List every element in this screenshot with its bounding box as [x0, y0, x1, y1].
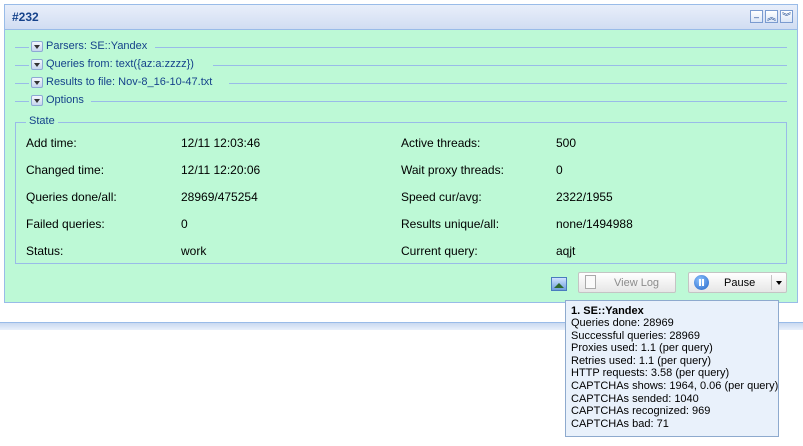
pause-button[interactable]: Pause: [688, 272, 787, 293]
expand-queries-button[interactable]: [31, 59, 43, 70]
fieldset-label: Parsers: SE::Yandex: [46, 40, 151, 52]
fieldset-label: Options: [46, 94, 87, 106]
expand-parsers-button[interactable]: [31, 41, 43, 52]
state-fieldset: State Add time: 12/11 12:03:46 Changed t…: [15, 115, 787, 264]
panel-tools: – ︽ ︾: [750, 10, 793, 23]
state-legend: State: [26, 115, 58, 127]
tooltip-line: Queries done: 28969: [571, 317, 674, 329]
tooltip-line: CAPTCHAs recognized: 969: [571, 405, 711, 418]
wait-proxy-threads-label: Wait proxy threads:: [401, 163, 504, 177]
pause-icon: [694, 275, 709, 290]
queries-done-value: 28969/475254: [181, 190, 258, 204]
tooltip-line: Retries used: 1.1 (per query): [571, 354, 712, 367]
tooltip-line: Proxies used: 1.1 (per query): [571, 342, 713, 355]
document-icon: [585, 275, 596, 289]
expand-options-button[interactable]: [31, 95, 43, 106]
tooltip-line: CAPTCHAs shows: 1964, 0.06 (per query): [571, 379, 779, 392]
active-threads-label: Active threads:: [401, 136, 481, 150]
panel-title: #232: [12, 10, 39, 24]
expand-results-button[interactable]: [31, 77, 43, 88]
pause-label: Pause: [724, 277, 756, 289]
fieldset-label: Queries from: text({az:a:zzzz}): [46, 58, 197, 70]
minimize-icon[interactable]: –: [750, 10, 763, 23]
panel-header: #232 – ︽ ︾: [5, 5, 797, 30]
dropdown-arrow-icon[interactable]: [776, 281, 782, 285]
current-query-value: aqjt: [556, 244, 576, 258]
wait-proxy-threads-value: 0: [556, 163, 563, 177]
fieldset-options: Options: [15, 94, 787, 108]
queries-done-label: Queries done/all:: [26, 190, 117, 204]
fieldset-label: Results to file: Nov-8_16-10-47.txt: [46, 76, 216, 88]
task-panel: #232 – ︽ ︾ Parsers: SE::Yandex Queries f…: [4, 4, 798, 303]
active-threads-value: 500: [556, 136, 577, 150]
current-query-label: Current query:: [401, 244, 478, 258]
move-down-icon[interactable]: ︾: [780, 10, 793, 23]
status-value: work: [181, 244, 207, 258]
stats-tooltip: 1. SE::Yandex Queries done: 28969 Succes…: [565, 300, 779, 437]
status-label: Status:: [26, 244, 64, 258]
move-up-icon[interactable]: ︽: [765, 10, 778, 23]
fieldset-queries: Queries from: text({az:a:zzzz}): [15, 58, 787, 72]
results-value: none/1494988: [556, 217, 633, 231]
view-log-button[interactable]: View Log: [578, 272, 676, 293]
results-label: Results unique/all:: [401, 217, 500, 231]
tooltip-line: CAPTCHAs bad: 71: [571, 417, 669, 430]
speed-value: 2322/1955: [556, 190, 613, 204]
add-time-label: Add time:: [26, 136, 77, 150]
failed-queries-label: Failed queries:: [26, 217, 105, 231]
tooltip-line: CAPTCHAs sended: 1040: [571, 392, 699, 405]
view-log-label: View Log: [614, 277, 660, 289]
speed-label: Speed cur/avg:: [401, 190, 482, 204]
image-icon[interactable]: [551, 277, 567, 291]
changed-time-label: Changed time:: [26, 163, 105, 177]
failed-queries-value: 0: [181, 217, 188, 231]
fieldset-results: Results to file: Nov-8_16-10-47.txt: [15, 76, 787, 90]
add-time-value: 12/11 12:03:46: [181, 136, 261, 150]
tooltip-line: Successful queries: 28969: [571, 329, 701, 342]
fieldset-parsers: Parsers: SE::Yandex: [15, 40, 787, 54]
changed-time-value: 12/11 12:20:06: [181, 163, 261, 177]
tooltip-line: HTTP requests: 3.58 (per query): [571, 367, 730, 380]
tooltip-title: 1. SE::Yandex: [571, 305, 644, 317]
